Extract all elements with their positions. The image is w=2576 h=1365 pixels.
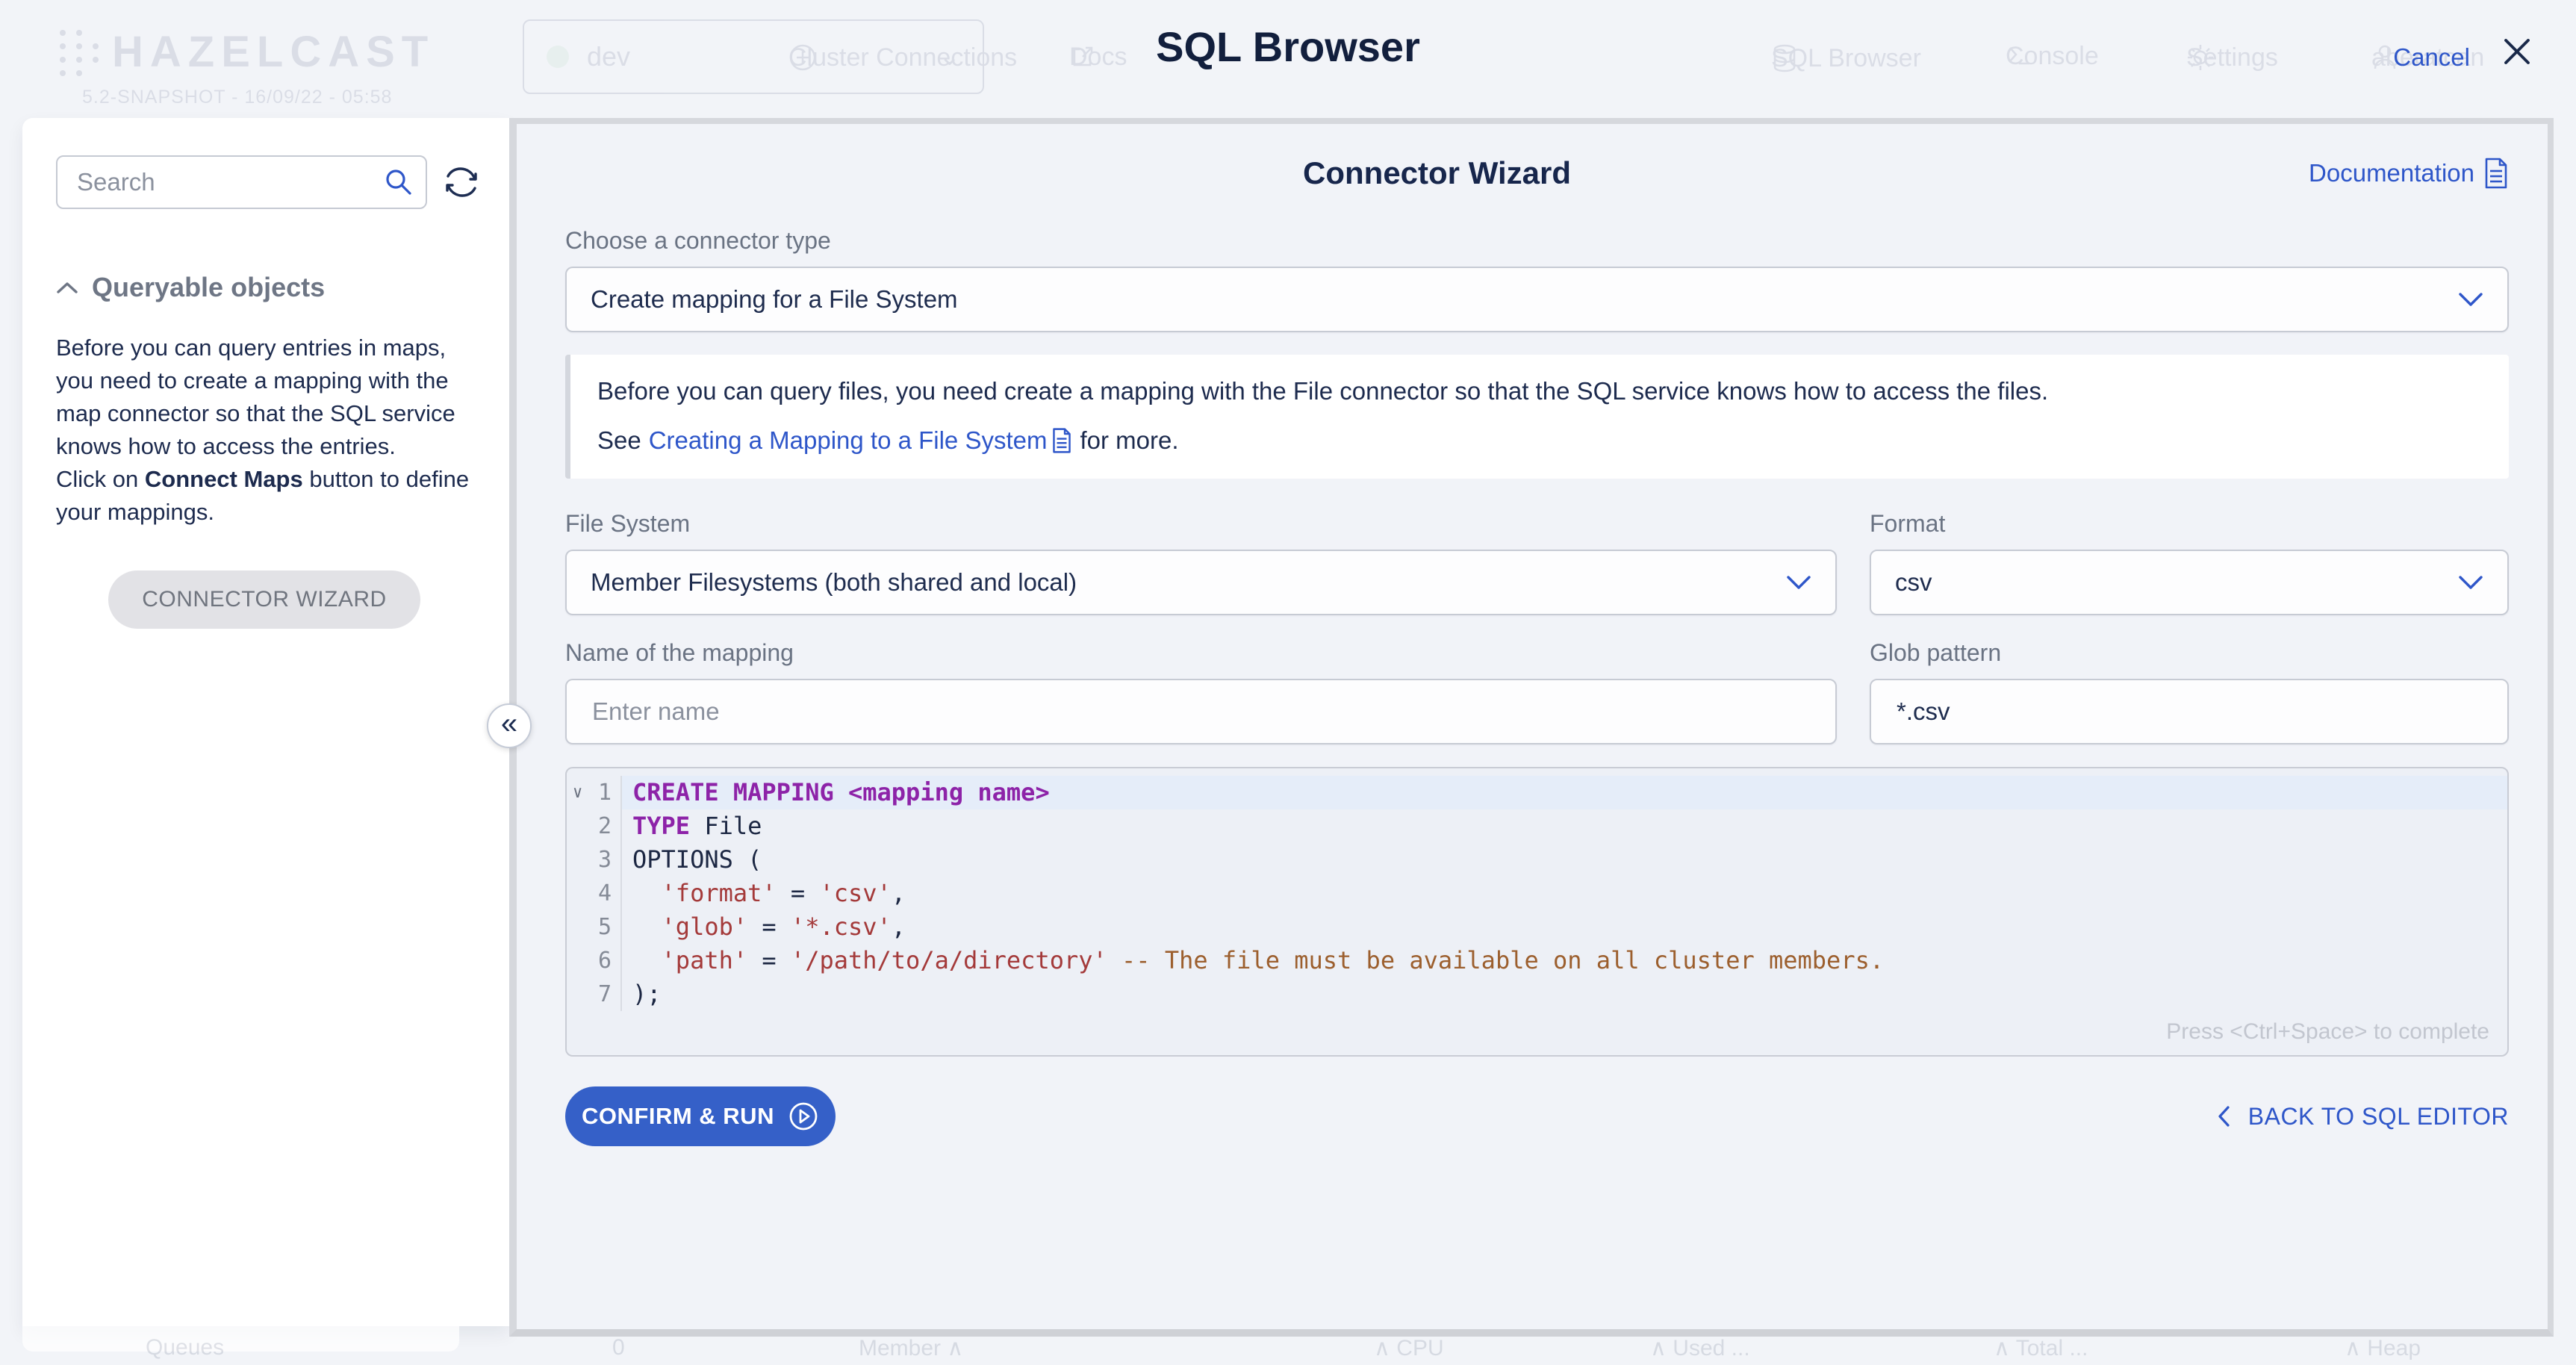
- chevron-down-icon: [2458, 575, 2483, 590]
- documentation-link[interactable]: Documentation: [2309, 158, 2509, 189]
- info-more: for more.: [1080, 426, 1178, 455]
- refresh-button[interactable]: [442, 163, 481, 202]
- line-number: 3: [567, 843, 622, 877]
- line-number: 6: [567, 944, 622, 977]
- line-number: 4: [567, 877, 622, 910]
- code-line-text: 'glob' = '*.csv',: [622, 910, 2507, 944]
- code-line[interactable]: 4 'format' = 'csv',: [567, 877, 2507, 910]
- glob-pattern-field: [1870, 679, 2509, 744]
- info-see: See: [597, 426, 641, 455]
- glob-pattern-label: Glob pattern: [1870, 639, 2509, 667]
- code-line-text: );: [622, 977, 2507, 1011]
- document-icon: [1051, 428, 1072, 453]
- line-number: ∨1: [567, 776, 622, 809]
- file-system-label: File System: [565, 510, 1837, 538]
- panel-title: Connector Wizard: [565, 155, 2309, 191]
- bg-column-header: ∧ Heap: [2345, 1335, 2421, 1361]
- code-line-text: CREATE MAPPING <mapping name>: [622, 776, 2507, 809]
- glob-pattern-input[interactable]: [1895, 697, 2483, 727]
- chevron-up-icon: [56, 281, 78, 294]
- collapse-sidebar-button[interactable]: «: [487, 703, 532, 748]
- sql-editor-lines: ∨1CREATE MAPPING <mapping name>2TYPE Fil…: [567, 768, 2507, 1011]
- bg-queues-count: 0: [612, 1335, 625, 1361]
- line-number: 5: [567, 910, 622, 944]
- file-system-select[interactable]: Member Filesystems (both shared and loca…: [565, 550, 1837, 615]
- connect-maps-emphasis: Connect Maps: [145, 466, 303, 492]
- sql-browser-modal: HAZELCAST 5.2-SNAPSHOT - 16/09/22 - 05:5…: [0, 0, 2576, 1365]
- bg-queues-label: Queues: [146, 1335, 224, 1361]
- mapping-name-input[interactable]: [591, 697, 1811, 727]
- mapping-name-label: Name of the mapping: [565, 639, 1837, 667]
- sql-code-editor[interactable]: ∨1CREATE MAPPING <mapping name>2TYPE Fil…: [565, 767, 2509, 1057]
- bg-column-header: Member ∧: [859, 1335, 963, 1361]
- queryable-objects-sidebar: Queryable objects Before you can query e…: [22, 118, 509, 1326]
- line-number: 2: [567, 809, 622, 843]
- code-line-text: 'format' = 'csv',: [622, 877, 2507, 910]
- code-line-text: TYPE File: [622, 809, 2507, 843]
- queryable-objects-section[interactable]: Queryable objects: [56, 272, 481, 303]
- connector-type-value: Create mapping for a File System: [591, 285, 958, 314]
- background-footer: Queues 0 Member ∧ ∧ CPU ∧ Used ... ∧ Total …: [0, 1335, 2576, 1365]
- autocomplete-hint: Press <Ctrl+Space> to complete: [2166, 1019, 2489, 1045]
- chevron-left-icon: [2217, 1105, 2230, 1128]
- format-value: csv: [1895, 568, 1932, 597]
- chevron-down-icon: [2458, 292, 2483, 307]
- connector-wizard-panel: Connector Wizard Documentation Choose a …: [509, 118, 2554, 1337]
- play-circle-icon: [788, 1101, 819, 1132]
- version-text: 5.2-SNAPSHOT - 16/09/22 - 05:58: [82, 87, 392, 108]
- format-label: Format: [1870, 510, 2509, 538]
- file-system-value: Member Filesystems (both shared and loca…: [591, 568, 1077, 597]
- code-line-text: OPTIONS (: [622, 843, 2507, 877]
- code-line[interactable]: 5 'glob' = '*.csv',: [567, 910, 2507, 944]
- bg-column-header: ∧ CPU: [1374, 1335, 1444, 1361]
- collapse-icon: «: [501, 709, 517, 739]
- fold-chevron-icon[interactable]: ∨: [573, 776, 582, 809]
- connector-type-select[interactable]: Create mapping for a File System: [565, 267, 2509, 332]
- code-line[interactable]: 6 'path' = '/path/to/a/directory' -- The…: [567, 944, 2507, 977]
- document-icon: [2483, 158, 2509, 189]
- bg-column-header: ∧ Total ...: [1994, 1335, 2088, 1361]
- code-line[interactable]: 2TYPE File: [567, 809, 2507, 843]
- back-to-sql-editor-link[interactable]: BACK TO SQL EDITOR: [2217, 1103, 2509, 1131]
- connector-wizard-button[interactable]: CONNECTOR WIZARD: [108, 570, 420, 629]
- page-title: SQL Browser: [0, 22, 2576, 71]
- close-icon[interactable]: [2500, 34, 2534, 69]
- search-icon: [384, 167, 414, 197]
- mapping-name-field: [565, 679, 1837, 744]
- code-line[interactable]: 7);: [567, 977, 2507, 1011]
- connector-type-label: Choose a connector type: [565, 227, 2509, 255]
- info-box: Before you can query files, you need cre…: [565, 355, 2509, 479]
- code-line[interactable]: ∨1CREATE MAPPING <mapping name>: [567, 776, 2507, 809]
- line-number: 7: [567, 977, 622, 1011]
- format-select[interactable]: csv: [1870, 550, 2509, 615]
- bg-column-header: ∧ Used ...: [1650, 1335, 1750, 1361]
- mapping-docs-link[interactable]: Creating a Mapping to a File System: [649, 426, 1073, 455]
- code-line[interactable]: 3OPTIONS (: [567, 843, 2507, 877]
- refresh-icon: [442, 163, 481, 202]
- section-title: Queryable objects: [92, 272, 325, 303]
- search-input[interactable]: [56, 155, 427, 209]
- confirm-run-button[interactable]: CONFIRM & RUN: [565, 1086, 836, 1146]
- cancel-button[interactable]: Cancel: [2393, 43, 2470, 72]
- chevron-down-icon: [1786, 575, 1811, 590]
- sidebar-description: Before you can query entries in maps, yo…: [56, 332, 489, 529]
- info-text: Before you can query files, you need cre…: [597, 377, 2482, 405]
- code-line-text: 'path' = '/path/to/a/directory' -- The f…: [622, 944, 2507, 977]
